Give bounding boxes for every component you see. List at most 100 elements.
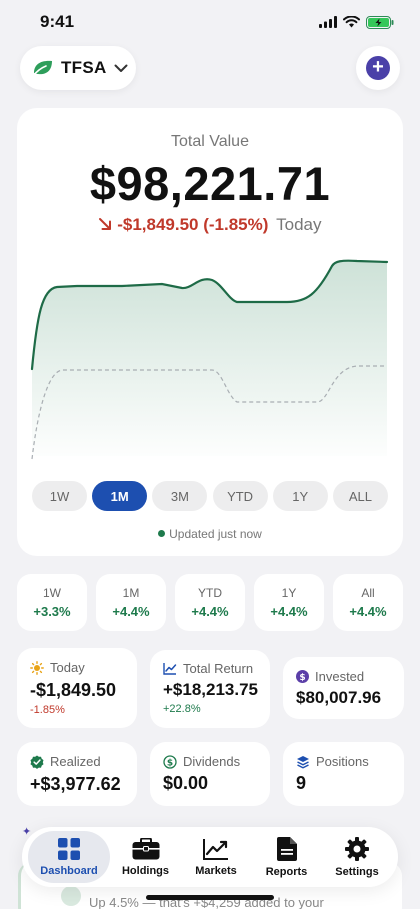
tab-bar: Dashboard Holdings Markets Reports Setti…	[22, 827, 398, 887]
sun-icon	[30, 660, 44, 675]
stat-value-total-return: +$18,213.75	[163, 680, 259, 699]
perf-change: +4.4%	[191, 604, 229, 619]
stat-head-invested: $ Invested	[296, 669, 364, 684]
home-indicator	[146, 895, 274, 900]
tab-label: Dashboard	[40, 864, 98, 877]
range-all[interactable]: ALL	[332, 481, 388, 511]
stat-value-dividends: $0.00	[163, 773, 209, 793]
perf-change: +4.4%	[112, 604, 150, 619]
stat-sub-total-return: +22.8%	[163, 703, 201, 715]
tab-label: Holdings	[121, 864, 170, 877]
trend-chart-icon	[163, 663, 177, 675]
document-icon	[276, 836, 297, 861]
tab-label: Settings	[335, 865, 379, 878]
stat-sub-today: -1.85%	[30, 704, 65, 716]
dollar-circle-icon: $	[296, 670, 309, 683]
chevron-down-icon	[114, 64, 128, 72]
plus-icon: +	[366, 56, 390, 80]
battery-charging-icon	[366, 15, 394, 29]
stat-card-total-return[interactable]: Total Return +$18,213.75 +22.8%	[150, 650, 270, 728]
stat-card-today[interactable]: Today -$1,849.50 -1.85%	[17, 648, 137, 728]
live-dot-icon	[158, 530, 166, 537]
status-time: 9:41	[40, 12, 75, 31]
stat-label: Realized	[50, 754, 101, 769]
stat-value-realized: +$3,977.62	[30, 774, 121, 794]
perf-period: 1W	[43, 586, 61, 600]
signal-icon	[319, 16, 337, 28]
svg-text:$: $	[167, 758, 173, 768]
perf-change: +4.4%	[270, 604, 308, 619]
stat-value-today: -$1,849.50	[30, 680, 117, 700]
stat-value-positions: 9	[296, 773, 307, 793]
performance-row: 1W +3.3% 1M +4.4% YTD +4.4% 1Y +4.4% All…	[17, 574, 403, 631]
range-1y[interactable]: 1Y	[272, 481, 328, 511]
perf-card-all[interactable]: All +4.4%	[333, 574, 403, 631]
stat-head-total-return: Total Return	[163, 661, 253, 676]
stat-head-dividends: $ Dividends	[163, 754, 240, 769]
range-1w[interactable]: 1W	[32, 481, 87, 511]
perf-change: +3.3%	[33, 604, 71, 619]
range-3m[interactable]: 3M	[152, 481, 208, 511]
layers-icon	[297, 755, 309, 768]
updated-text: Updated just now	[169, 527, 262, 541]
stat-label: Today	[50, 660, 85, 675]
updated-status: Updated just now	[17, 527, 403, 541]
leaf-icon	[32, 60, 52, 77]
perf-period: YTD	[198, 586, 222, 600]
stat-label: Dividends	[183, 754, 241, 769]
grid-icon	[58, 837, 80, 860]
gear-icon	[345, 836, 369, 861]
perf-period: All	[361, 586, 375, 600]
stat-head-today: Today	[30, 660, 85, 675]
tab-dashboard[interactable]: Dashboard	[28, 831, 110, 883]
tab-reports[interactable]: Reports	[252, 831, 322, 883]
tab-markets[interactable]: Markets	[181, 831, 251, 883]
status-icons	[319, 15, 394, 29]
stat-label: Total Return	[183, 661, 254, 676]
daily-change-value: -$1,849.50 (-1.85%)	[117, 215, 269, 234]
portfolio-summary-card: Total Value $98,221.71 -$1,849.50 (-1.85…	[17, 108, 403, 556]
perf-card-1y[interactable]: 1Y +4.4%	[254, 574, 324, 631]
perf-period: 1M	[122, 586, 140, 600]
total-value-label: Total Value	[171, 133, 249, 150]
insight-icon	[61, 886, 81, 906]
stat-head-positions: Positions	[296, 754, 369, 769]
perf-card-1m[interactable]: 1M +4.4%	[96, 574, 166, 631]
stat-label: Positions	[316, 754, 369, 769]
total-value: $98,221.71	[89, 157, 331, 210]
status-bar: 9:41	[0, 0, 420, 44]
add-button[interactable]: +	[356, 46, 400, 90]
tab-settings[interactable]: Settings	[322, 831, 392, 883]
perf-card-ytd[interactable]: YTD +4.4%	[175, 574, 245, 631]
daily-change-period: Today	[276, 215, 322, 234]
tab-holdings[interactable]: Holdings	[111, 831, 181, 883]
top-row: TFSA +	[20, 46, 400, 90]
check-badge-icon	[30, 755, 44, 769]
portfolio-chart	[30, 259, 389, 460]
trend-line-icon	[203, 838, 228, 860]
stat-card-invested[interactable]: $ Invested $80,007.96	[283, 657, 404, 719]
chart-area	[32, 260, 387, 456]
perf-card-1w[interactable]: 1W +3.3%	[17, 574, 87, 631]
stat-card-realized[interactable]: Realized +$3,977.62	[17, 742, 137, 806]
stat-head-realized: Realized	[30, 754, 101, 769]
briefcase-icon	[132, 837, 159, 859]
stat-card-positions[interactable]: Positions 9	[283, 742, 404, 806]
range-selector: 1W 1M 3M YTD 1Y ALL	[32, 481, 388, 511]
wifi-icon	[343, 16, 360, 28]
perf-change: +4.4%	[349, 604, 387, 619]
tab-label: Markets	[195, 864, 237, 877]
svg-text:$: $	[299, 673, 305, 683]
stat-value-invested: $80,007.96	[296, 688, 382, 707]
dollar-outline-icon: $	[163, 754, 177, 769]
arrow-down-right-icon	[99, 218, 112, 230]
account-name: TFSA	[61, 58, 107, 77]
account-selector[interactable]: TFSA	[20, 46, 136, 90]
stat-card-dividends[interactable]: $ Dividends $0.00	[150, 742, 270, 806]
range-ytd[interactable]: YTD	[212, 481, 268, 511]
daily-change: -$1,849.50 (-1.85%) Today	[17, 215, 403, 235]
stat-label: Invested	[315, 669, 365, 684]
tab-label: Reports	[265, 865, 308, 878]
range-1m[interactable]: 1M	[92, 481, 148, 511]
perf-period: 1Y	[281, 586, 297, 600]
